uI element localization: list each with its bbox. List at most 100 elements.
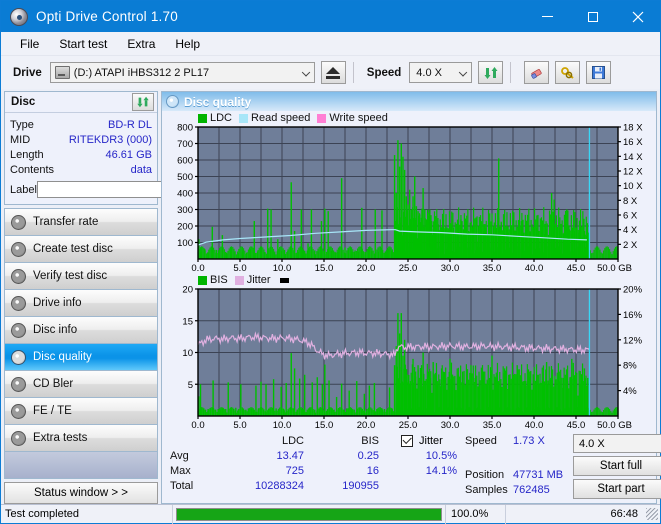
sidebar-label: Extra tests — [33, 432, 88, 444]
status-window-button[interactable]: Status window > > — [4, 482, 158, 504]
legend-label-bis: BIS — [210, 274, 228, 286]
readout-position-label: Position — [465, 468, 505, 481]
stats-max-jitter: 14.1% — [425, 464, 457, 477]
start-full-button[interactable]: Start full — [573, 456, 661, 476]
erase-button[interactable] — [524, 61, 550, 84]
close-button[interactable] — [615, 1, 660, 32]
toolbar-separator-1 — [352, 62, 354, 83]
stats-col-ldc: LDC — [281, 434, 304, 447]
disc-icon — [11, 241, 26, 257]
legend-item-jitter: Jitter — [234, 274, 271, 286]
eject-icon — [326, 66, 341, 79]
disc-label-row: Label — [10, 180, 238, 199]
svg-text:35.0: 35.0 — [483, 420, 502, 431]
jitter-toggle[interactable]: Jitter — [379, 433, 443, 448]
svg-text:30.0: 30.0 — [441, 420, 460, 431]
disc-row-contents: Contents data — [10, 162, 152, 177]
nav-list: Transfer rate Create test disc Verify te… — [4, 208, 158, 452]
sidebar-item-extra-tests[interactable]: Extra tests — [5, 425, 157, 452]
resize-grip[interactable] — [646, 508, 658, 520]
close-icon — [632, 11, 643, 22]
disc-contents-value: data — [130, 163, 152, 176]
svg-text:600: 600 — [177, 156, 193, 167]
svg-text:16%: 16% — [623, 310, 643, 321]
drive-label: Drive — [13, 66, 42, 79]
disc-refresh-button[interactable] — [132, 93, 154, 111]
stats-area: LDC BIS Jitter Avg 13.47 0.25 10.5% Max … — [164, 431, 661, 501]
stats-row-max: Max 725 16 14.1% — [170, 463, 457, 478]
stats-row-total: Total 10288324 190955 — [170, 478, 457, 493]
start-part-button[interactable]: Start part — [573, 479, 661, 499]
menu-extra[interactable]: Extra — [118, 35, 164, 53]
stats-max-bis: 16 — [366, 464, 379, 477]
readout-row-speed: Speed 1.73 X — [465, 433, 573, 448]
disc-icon — [11, 322, 26, 338]
sidebar-item-cd-bler[interactable]: CD Bler — [5, 371, 157, 398]
title-bar: Opti Drive Control 1.70 — [1, 1, 660, 32]
sidebar-item-verify-test-disc[interactable]: Verify test disc — [5, 263, 157, 290]
sidebar-item-disc-quality[interactable]: Disc quality — [5, 344, 157, 371]
readout-position-value: 47731 MB — [513, 468, 564, 481]
menu-bar: File Start test Extra Help — [1, 32, 660, 56]
right-panel: Disc quality LDC Read speed Write speed … — [161, 91, 661, 504]
panel-title: Disc quality — [184, 94, 252, 109]
maximize-button[interactable] — [570, 1, 615, 32]
svg-text:14 X: 14 X — [623, 152, 643, 163]
settings-button[interactable] — [555, 61, 581, 84]
test-speed-select[interactable]: 4.0 X — [573, 434, 661, 453]
disc-type-label: Type — [10, 118, 34, 131]
sidebar-item-create-test-disc[interactable]: Create test disc — [5, 236, 157, 263]
legend-swatch-write-speed — [317, 113, 327, 123]
svg-text:200: 200 — [177, 222, 193, 233]
legend-swatch-jitter — [234, 275, 244, 285]
legend-item-read-speed: Read speed — [239, 112, 310, 124]
legend-item-write-speed: Write speed — [317, 112, 388, 124]
legend-item-bis: BIS — [198, 274, 228, 286]
save-button[interactable] — [586, 61, 612, 84]
readout-samples-value: 762485 — [513, 483, 550, 496]
refresh-button[interactable] — [478, 61, 504, 84]
toolbar: Drive (D:) ATAPI iHBS312 2 PL17 Speed 4.… — [1, 56, 660, 89]
disc-panel: Disc Type BD-R DL MID RITEKDR3 (000) Len… — [4, 91, 238, 205]
stats-row-avg: Avg 13.47 0.25 10.5% — [170, 448, 457, 463]
disc-icon — [11, 403, 26, 419]
menu-start-test[interactable]: Start test — [50, 35, 116, 53]
svg-text:8 X: 8 X — [623, 196, 638, 207]
svg-text:12%: 12% — [623, 335, 643, 346]
app-icon — [10, 7, 28, 26]
disc-type-value: BD-R DL — [107, 118, 152, 131]
eraser-icon — [531, 68, 542, 79]
svg-text:5.0: 5.0 — [233, 263, 246, 274]
svg-text:10 X: 10 X — [623, 181, 643, 192]
readout-speed-value: 1.73 X — [513, 434, 545, 447]
speed-select[interactable]: 4.0 X — [409, 62, 473, 83]
sidebar-item-disc-info[interactable]: Disc info — [5, 317, 157, 344]
save-icon — [592, 66, 606, 79]
svg-text:18 X: 18 X — [623, 124, 643, 134]
eject-button[interactable] — [320, 61, 346, 84]
readout-values: Speed 1.73 X Position 47731 MB Samples 7… — [465, 433, 573, 499]
stats-row-label: Max — [170, 464, 191, 477]
stats-table: LDC BIS Jitter Avg 13.47 0.25 10.5% Max … — [170, 433, 457, 499]
legend-label-ldc: LDC — [210, 112, 233, 124]
disc-mid-label: MID — [10, 133, 31, 146]
jitter-checkbox[interactable] — [401, 434, 413, 447]
bis-legend: BIS Jitter — [164, 274, 654, 286]
disc-info-rows: Type BD-R DL MID RITEKDR3 (000) Length 4… — [5, 113, 238, 204]
status-message: Test completed — [1, 504, 173, 524]
chevron-down-icon — [301, 67, 311, 77]
disc-length-value: 46.61 GB — [105, 148, 152, 161]
svg-text:12 X: 12 X — [623, 167, 643, 178]
sidebar-item-transfer-rate[interactable]: Transfer rate — [5, 209, 157, 236]
stats-row-label: Avg — [170, 449, 189, 462]
menu-help[interactable]: Help — [166, 35, 209, 53]
svg-text:50.0 GB: 50.0 GB — [597, 420, 632, 431]
sidebar-item-drive-info[interactable]: Drive info — [5, 290, 157, 317]
elapsed-time: 66:48 — [610, 508, 638, 520]
disc-contents-label: Contents — [10, 163, 55, 176]
sidebar-item-fe-te[interactable]: FE / TE — [5, 398, 157, 425]
menu-file[interactable]: File — [11, 35, 48, 53]
minimize-button[interactable] — [525, 1, 570, 32]
bis-jitter-chart-svg: 5 10 15 20 4% 8% 12% 16% 20% 0.0 5.0 10.0 15.0 20.0 25… — [182, 286, 643, 431]
drive-select[interactable]: (D:) ATAPI iHBS312 2 PL17 — [49, 62, 315, 83]
